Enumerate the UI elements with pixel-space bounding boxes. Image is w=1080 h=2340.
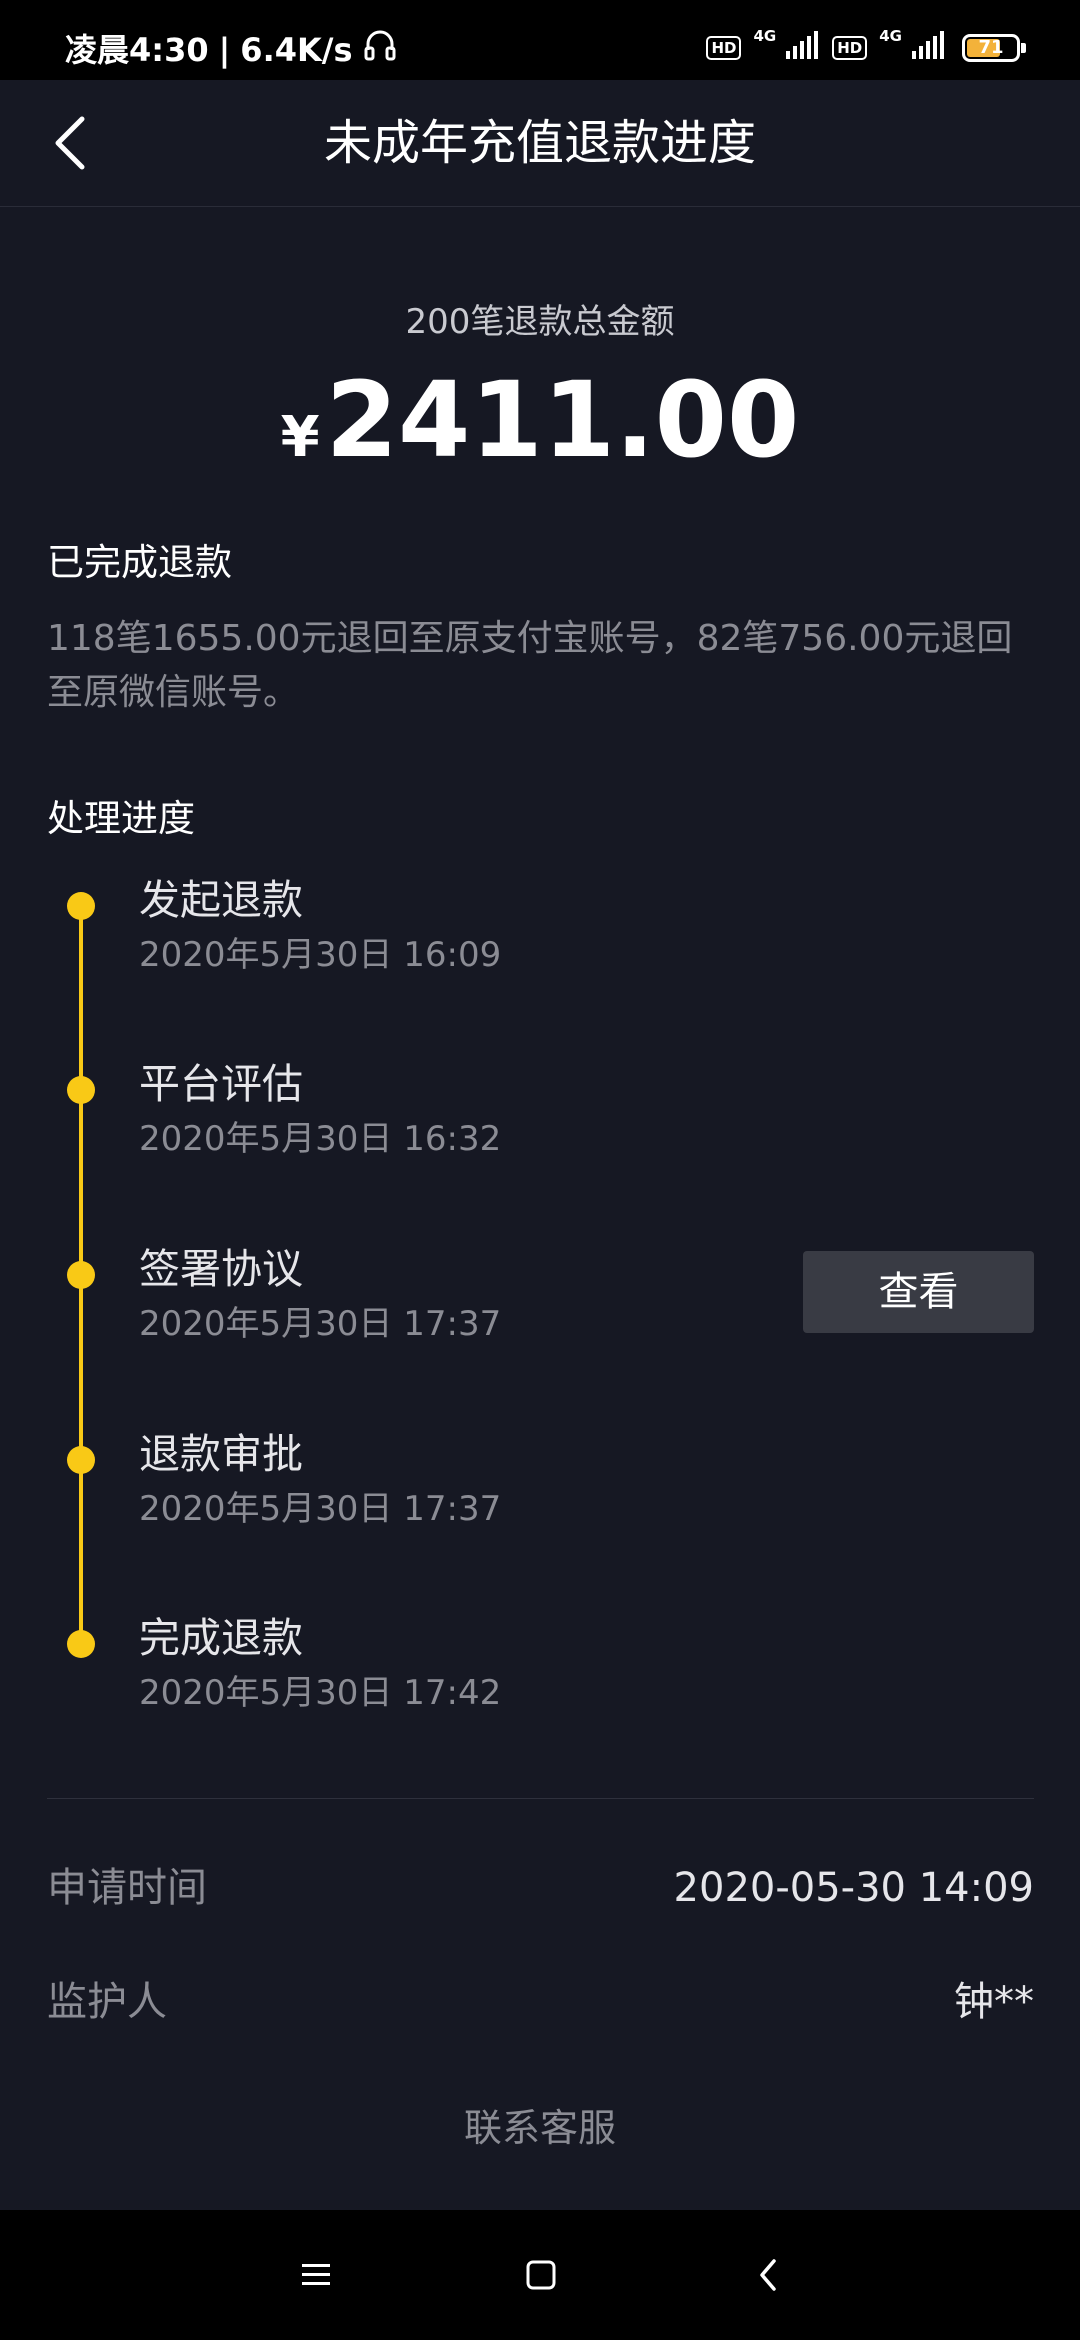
menu-button[interactable] [281,2240,351,2310]
step-name: 签署协议 [139,1245,303,1293]
currency-symbol: ¥ [280,405,320,470]
refund-total-amount: ¥2411.00 [0,360,1080,480]
step-time: 2020年5月30日 17:37 [139,1304,502,1344]
step-dot [67,892,95,920]
system-nav-bar [0,2210,1080,2340]
progress-step: 平台评估 2020年5月30日 16:32 [0,1060,1080,1204]
progress-step: 完成退款 2020年5月30日 17:42 [0,1614,1080,1758]
refund-total-label: 200笔退款总金额 [405,302,675,342]
page-header: 未成年充值退款进度 [0,80,1080,207]
nav-back-icon [760,2259,776,2291]
network-type-2: 4G [879,27,902,45]
step-name: 平台评估 [139,1060,303,1108]
step-name: 发起退款 [139,876,303,924]
signal-icon-1 [780,31,820,65]
headset-icon [363,28,397,71]
completed-section-title: 已完成退款 [47,541,232,584]
page-title: 未成年充值退款进度 [323,115,756,171]
apply-time-label: 申请时间 [47,1865,207,1911]
network-type-1: 4G [753,27,777,45]
progress-section-title: 处理进度 [47,797,195,840]
guardian-row: 监护人 钟** [47,1972,1034,2032]
apply-time-row: 申请时间 2020-05-30 14:09 [47,1858,1034,1918]
menu-icon [302,2264,330,2285]
amount-value: 2411.00 [325,359,800,481]
contact-support-link[interactable]: 联系客服 [0,2098,1080,2158]
step-dot [67,1630,95,1658]
step-dot [67,1261,95,1289]
apply-time-value: 2020-05-30 14:09 [673,1865,1034,1911]
step-time: 2020年5月30日 17:37 [139,1489,502,1529]
battery-level-text: 71 [978,37,1004,58]
nav-back-button[interactable] [733,2240,803,2310]
status-separator: | [218,30,231,69]
guardian-value: 钟** [954,1979,1034,2025]
completed-description: 118笔1655.00元退回至原支付宝账号，82笔756.00元退回至原微信账号… [47,618,1013,713]
view-agreement-button[interactable]: 查看 [803,1251,1034,1333]
status-left: 凌晨4:30 | 6.4K/s [65,28,397,71]
step-time: 2020年5月30日 16:32 [139,1119,502,1159]
hd-badge-1: HD [706,36,742,60]
step-time: 2020年5月30日 16:09 [139,935,502,975]
progress-step: 发起退款 2020年5月30日 16:09 [0,876,1080,1020]
hd-badge-2: HD [832,36,868,60]
home-square-icon [526,2260,556,2290]
status-right: HD 4G HD 4G 71 [706,26,1026,70]
progress-step: 退款审批 2020年5月30日 17:37 [0,1430,1080,1574]
guardian-label: 监护人 [47,1979,167,2025]
signal-icon-2 [906,31,946,65]
section-divider [47,1798,1034,1799]
status-bar: 凌晨4:30 | 6.4K/s HD 4G HD 4G 71 [0,0,1080,80]
step-dot [67,1446,95,1474]
step-time: 2020年5月30日 17:42 [139,1673,502,1713]
step-name: 完成退款 [139,1614,303,1662]
step-dot [67,1076,95,1104]
refund-progress-screen: 凌晨4:30 | 6.4K/s HD 4G HD 4G 71 未成年充值退款进度… [0,0,1080,2340]
battery-icon: 71 [962,34,1026,62]
status-network-speed: 6.4K/s [240,30,353,69]
home-button[interactable] [506,2240,576,2310]
status-time: 凌晨4:30 [65,30,209,69]
step-name: 退款审批 [139,1430,303,1478]
